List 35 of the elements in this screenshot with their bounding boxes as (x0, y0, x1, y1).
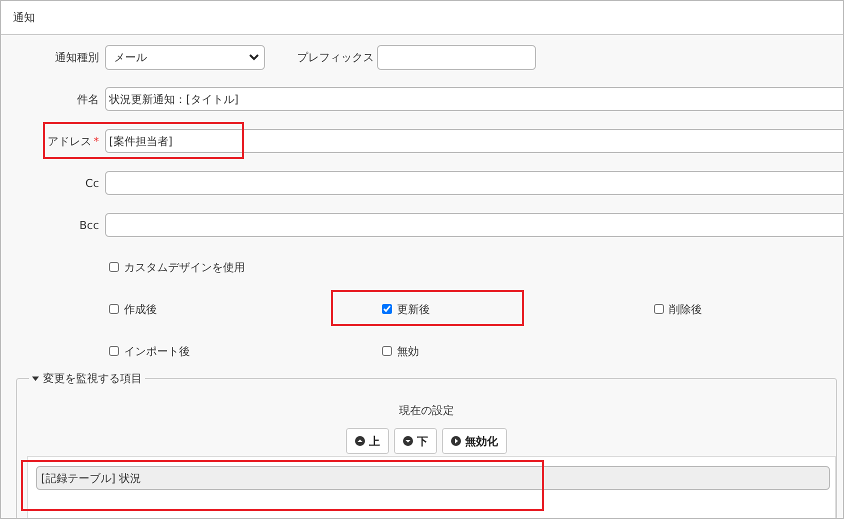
toolbar-button[interactable]: 上 (346, 428, 389, 454)
field-label: 件名 (76, 92, 100, 106)
checkbox-label: インポート後 (124, 344, 190, 358)
checkbox[interactable] (109, 346, 119, 356)
toolbar-button[interactable]: 下 (394, 428, 437, 454)
text-field[interactable] (105, 171, 843, 195)
section-heading: 現在の設定 (399, 404, 454, 417)
checkbox[interactable] (382, 304, 392, 314)
text-field[interactable] (105, 213, 843, 237)
checkbox[interactable] (109, 262, 119, 272)
checkbox-label: 作成後 (124, 302, 157, 316)
field-label: 通知種別 (54, 50, 100, 64)
arrow-up-icon (355, 436, 365, 446)
chevron-down-icon (249, 54, 259, 60)
toolbar-button[interactable]: 無効化 (442, 428, 507, 454)
type-select[interactable]: メール (105, 44, 265, 70)
list-item[interactable]: [記録テーブル] 状況 (36, 466, 830, 490)
checkbox[interactable] (654, 304, 664, 314)
text-field[interactable]: [案件担当者] (105, 129, 843, 153)
checkbox[interactable] (382, 346, 392, 356)
checkbox-label: 無効 (397, 344, 419, 358)
checkbox-label: 削除後 (669, 302, 702, 316)
play-icon (451, 436, 461, 446)
prefix-field[interactable] (377, 44, 536, 70)
arrow-down-icon (403, 436, 413, 446)
window-title: 通知 (13, 10, 35, 25)
checkbox-label: カスタムデザインを使用 (124, 260, 245, 274)
field-label: Cc (84, 176, 100, 190)
checkbox-label: 更新後 (397, 302, 430, 316)
checkbox[interactable] (109, 304, 119, 314)
section-toggle[interactable]: 変更を監視する項目 (29, 371, 145, 386)
field-label: アドレス * (46, 134, 100, 148)
field-label: プレフィックス (297, 50, 371, 64)
field-label: Bcc (78, 218, 100, 232)
text-field[interactable]: 状況更新通知：[タイトル] (105, 87, 843, 111)
